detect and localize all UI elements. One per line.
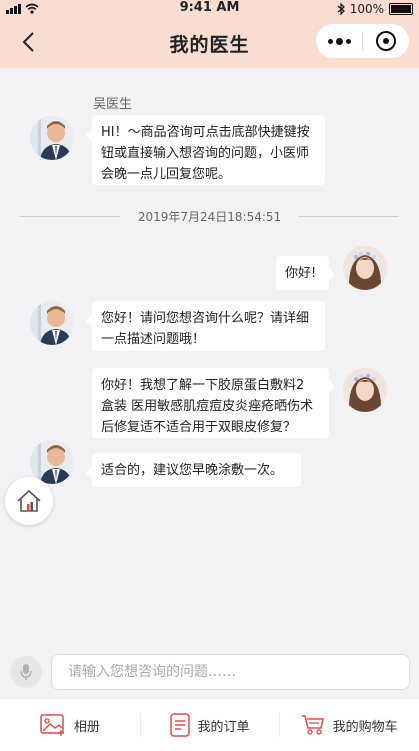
message-line: HI！～商品咨询可点击底部快捷键按 [101, 125, 310, 140]
message-line: 您好！请问您想咨询什么呢？请详细 [101, 311, 310, 326]
doctor-name: 吴医生 [93, 97, 133, 112]
tab-album-label: 相册 [73, 719, 100, 735]
message-bubble: HI！～商品咨询可点击底部快捷键按 钮或直接输入想咨询的问题，小医师 会晚一点儿… [86, 115, 325, 185]
message-input[interactable] [51, 654, 410, 690]
input-bar [0, 650, 419, 698]
album-icon [40, 714, 64, 736]
message-line: 一点描述问题哦！ [101, 332, 206, 347]
time-separator-text: 2019年7月24日18:54:51 [137, 210, 282, 224]
home-icon [17, 489, 41, 512]
tab-my-orders-label: 我的订单 [197, 719, 250, 735]
home-button[interactable] [5, 477, 53, 525]
tab-my-cart[interactable]: 我的购物车 [279, 699, 419, 751]
doctor-avatar [30, 301, 74, 345]
close-miniprogram-button[interactable] [363, 24, 409, 58]
patient-avatar [343, 246, 387, 290]
message-line: 适合的，建议您早晚涂敷一次。 [101, 463, 284, 478]
message-line: 你好！我想了解一下胶原蛋白敷料2 [101, 378, 305, 393]
battery-icon [389, 3, 413, 15]
patient-avatar [343, 368, 387, 412]
message-line: 盒装 医用敏感肌痘痘皮炎痤疮晒伤术 [101, 399, 314, 414]
time-separator: 2019年7月24日18:54:51 [20, 206, 399, 226]
target-icon [376, 31, 396, 51]
order-icon [169, 713, 190, 737]
message-bubble: 您好！请问您想咨询什么呢？请详细 一点描述问题哦！ [86, 301, 325, 351]
voice-button[interactable] [10, 656, 42, 688]
battery-percent: 100% [349, 2, 384, 16]
top-header: 9:41 AM 100% 我的医生 [0, 0, 419, 68]
message-bubble: 适合的，建议您早晚涂敷一次。 [86, 453, 301, 487]
status-bar: 9:41 AM 100% [0, 0, 419, 18]
tab-my-cart-label: 我的购物车 [332, 719, 398, 735]
message-line: 会晚一点儿回复您呢。 [101, 167, 232, 182]
chat-area[interactable]: 吴医生 HI！～商品咨询可点击底部快捷键按 钮或直接输入想咨询的问题，小医师 会… [0, 68, 419, 650]
message-line: 钮或直接输入想咨询的问题，小医师 [101, 146, 310, 161]
microphone-icon [20, 664, 32, 680]
cart-icon [301, 715, 324, 735]
bluetooth-icon [337, 3, 345, 15]
message-bubble: 你好! [276, 256, 335, 290]
tab-my-orders[interactable]: 我的订单 [139, 699, 280, 751]
mini-program-capsule [316, 24, 409, 58]
message-line: 后修复适不适合用于双眼皮修复？ [101, 420, 297, 435]
more-button[interactable] [316, 24, 362, 58]
message-bubble: 你好！我想了解一下胶原蛋白敷料2 盒装 医用敏感肌痘痘皮炎痤疮晒伤术 后修复适不… [92, 368, 335, 438]
message-line: 你好! [285, 266, 317, 281]
bottom-tab-bar: 相册 我的订单 我的购物车 [0, 698, 419, 751]
doctor-avatar [30, 116, 74, 160]
tab-album[interactable]: 相册 [0, 699, 140, 751]
